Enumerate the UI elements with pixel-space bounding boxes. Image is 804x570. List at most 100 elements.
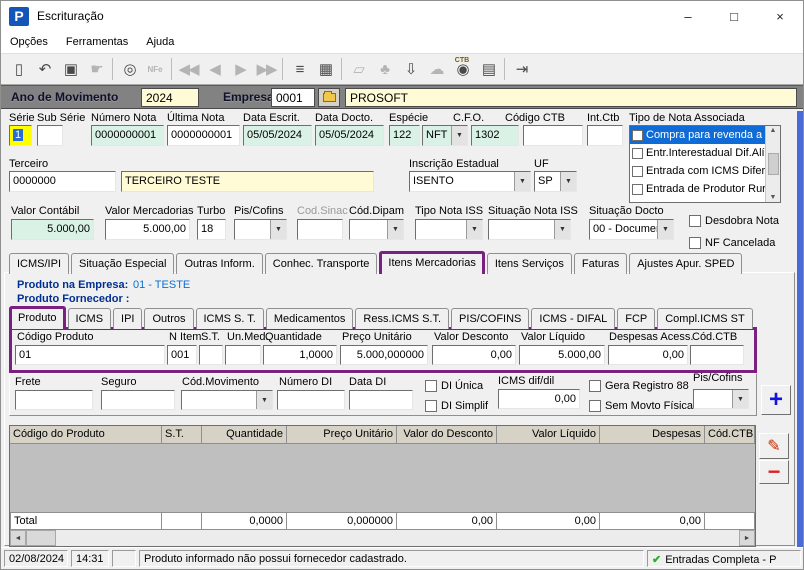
tipo-nota-associada-list[interactable]: Compra para revenda a co Entr.Interestad… [629, 125, 781, 203]
grid-body[interactable] [10, 444, 755, 512]
seguro-field[interactable] [101, 390, 175, 410]
grid-hscrollbar[interactable]: ◄ ► [10, 530, 755, 546]
subtab-ipi[interactable]: IPI [113, 308, 142, 329]
subtab-icms[interactable]: ICMS [68, 308, 112, 329]
subtab-outros[interactable]: Outros [144, 308, 193, 329]
cod-movimento-combo[interactable] [181, 390, 273, 410]
scroll-right-icon[interactable]: ► [739, 530, 755, 546]
data-docto-field[interactable]: 05/05/2024 [315, 125, 384, 146]
next-record-button[interactable]: ▶ [227, 56, 253, 82]
checkbox-icon[interactable] [632, 148, 643, 159]
chevron-down-icon[interactable] [451, 126, 467, 145]
valor-desconto-field[interactable]: 0,00 [432, 345, 516, 365]
subtab-icms-difal[interactable]: ICMS - DIFAL [531, 308, 615, 329]
new-note-button[interactable]: ▯ [5, 56, 31, 82]
despesas-acess-field[interactable]: 0,00 [608, 345, 688, 365]
serie-field[interactable]: 1 [9, 125, 32, 146]
data-escrit-field[interactable]: 05/05/2024 [243, 125, 312, 146]
tab-ajustes-apur-sped[interactable]: Ajustes Apur. SPED [629, 253, 742, 274]
tree-view-button[interactable]: ≡ [286, 56, 312, 82]
tab-situacao-especial[interactable]: Situação Especial [71, 253, 174, 274]
item-pis-cofins-combo[interactable] [693, 389, 749, 409]
chevron-down-icon[interactable] [466, 220, 482, 239]
chevron-down-icon[interactable] [560, 172, 576, 191]
last-record-button[interactable]: ▶▶ [253, 56, 279, 82]
desdobra-nota-checkbox[interactable]: Desdobra Nota [689, 215, 779, 227]
n-item-field[interactable]: 001 [167, 345, 197, 365]
numero-nota-field[interactable]: 0000000001 [91, 125, 164, 146]
un-med-field[interactable] [225, 345, 261, 365]
empresa-code-field[interactable]: 0001 [271, 88, 315, 107]
especie-type-combo[interactable]: NFT [422, 125, 468, 146]
scroll-down-icon[interactable]: ▼ [770, 194, 777, 201]
valor-contabil-field[interactable]: 5.000,00 [11, 219, 94, 240]
inscricao-estadual-combo[interactable]: ISENTO [409, 171, 531, 192]
turbo-field[interactable]: 18 [197, 219, 226, 240]
scroll-thumb[interactable] [26, 530, 56, 546]
di-unica-checkbox[interactable]: DI Única [425, 380, 483, 392]
calc-sheet-button[interactable]: ▦ [312, 56, 338, 82]
list-scrollbar[interactable]: ▲ ▼ [765, 126, 780, 202]
checkbox-icon[interactable] [632, 166, 643, 177]
chevron-down-icon[interactable] [554, 220, 570, 239]
chevron-down-icon[interactable] [256, 391, 272, 409]
tab-conhec-transporte[interactable]: Conhec. Transporte [265, 253, 378, 274]
close-button[interactable]: × [757, 1, 803, 31]
cod-dipam-combo[interactable] [349, 219, 404, 240]
minimize-button[interactable]: – [665, 1, 711, 31]
codigo-ctb-field[interactable] [523, 125, 583, 146]
add-item-button[interactable]: + [761, 385, 791, 415]
subtab-produto[interactable]: Produto [9, 306, 66, 329]
menu-ferramentas[interactable]: Ferramentas [57, 33, 137, 51]
uf-combo[interactable]: SP [534, 171, 577, 192]
menu-ajuda[interactable]: Ajuda [137, 33, 183, 51]
items-grid[interactable]: Código do Produto S.T. Quantidade Preço … [9, 425, 756, 547]
checkbox-icon[interactable] [632, 130, 643, 141]
open-company-button[interactable] [318, 88, 340, 107]
valor-liquido-field[interactable]: 5.000,00 [519, 345, 605, 365]
numero-di-field[interactable] [277, 390, 345, 410]
previous-record-button[interactable]: ◀ [201, 56, 227, 82]
edit-item-button[interactable]: ✎ [759, 433, 789, 459]
ledger-button[interactable]: ▤ [475, 56, 501, 82]
exit-button[interactable]: ⇥ [508, 56, 534, 82]
clear-button[interactable]: ♣ [371, 56, 397, 82]
tab-itens-servicos[interactable]: Itens Serviços [487, 253, 572, 274]
scroll-thumb[interactable] [768, 153, 779, 175]
item-cod-ctb-field[interactable] [690, 345, 744, 365]
data-di-field[interactable] [349, 390, 413, 410]
ano-movimento-field[interactable]: 2024 [141, 88, 199, 107]
sub-serie-field[interactable] [37, 125, 63, 146]
valor-mercadorias-field[interactable]: 5.000,00 [105, 219, 190, 240]
import-button[interactable]: ⇩ [397, 56, 423, 82]
sem-movto-fisica-checkbox[interactable]: Sem Movto Física [589, 400, 693, 412]
subtab-compl-icms-st[interactable]: Compl.ICMS ST [657, 308, 752, 329]
first-record-button[interactable]: ◀◀ [175, 56, 201, 82]
undo-button[interactable]: ↶ [31, 56, 57, 82]
icms-difdil-field[interactable]: 0,00 [498, 389, 580, 409]
chevron-down-icon[interactable] [514, 172, 530, 191]
chevron-down-icon[interactable] [732, 390, 748, 408]
situacao-docto-combo[interactable]: 00 - Documen [589, 219, 674, 240]
di-simplif-checkbox[interactable]: DI Simplif [425, 400, 488, 412]
subtab-medicamentos[interactable]: Medicamentos [266, 308, 354, 329]
list-item[interactable]: Entrada de Produtor Rural [630, 180, 765, 198]
list-item[interactable]: Entrada com ICMS Diferido [630, 162, 765, 180]
pis-cofins-combo[interactable] [234, 219, 287, 240]
int-ctb-field[interactable] [587, 125, 623, 146]
folder-button[interactable]: ▱ [345, 56, 371, 82]
list-item[interactable]: Entr.Interestadual Dif.Alíq [630, 144, 765, 162]
nf-cancelada-checkbox[interactable]: NF Cancelada [689, 237, 775, 249]
codigo-produto-field[interactable]: 01 [15, 345, 165, 365]
maximize-button[interactable]: □ [711, 1, 757, 31]
st-field[interactable] [199, 345, 223, 365]
nfe-button[interactable]: NFe [142, 56, 168, 82]
subtab-icms-st[interactable]: ICMS S. T. [196, 308, 264, 329]
tab-itens-mercadorias[interactable]: Itens Mercadorias [379, 251, 484, 274]
print-preview-button[interactable]: ◎ [116, 56, 142, 82]
scroll-up-icon[interactable]: ▲ [770, 127, 777, 134]
terceiro-code-field[interactable]: 0000000 [9, 171, 116, 192]
tipo-nota-iss-combo[interactable] [415, 219, 483, 240]
scroll-left-icon[interactable]: ◄ [10, 530, 26, 546]
preco-unitario-field[interactable]: 5.000,000000 [340, 345, 428, 365]
